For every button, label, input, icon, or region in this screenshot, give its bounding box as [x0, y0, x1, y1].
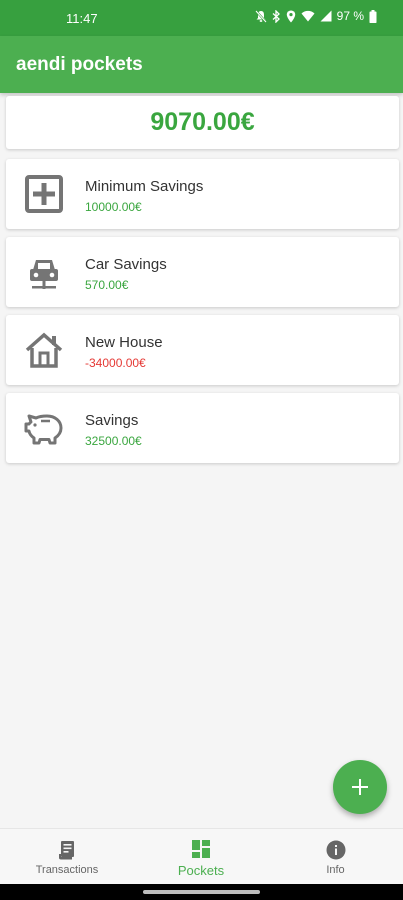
- medical-box-icon: [25, 175, 63, 213]
- wifi-icon: [301, 10, 315, 22]
- pocket-minimum-savings[interactable]: Minimum Savings 10000.00€: [6, 159, 399, 229]
- house-icon: [25, 332, 63, 368]
- add-pocket-button[interactable]: [333, 760, 387, 814]
- nav-pockets[interactable]: Pockets: [134, 829, 268, 885]
- pocket-amount: 10000.00€: [85, 200, 142, 214]
- bluetooth-icon: [272, 9, 280, 23]
- pocket-new-house[interactable]: New House -34000.00€: [6, 315, 399, 385]
- pocket-amount: 570.00€: [85, 278, 129, 292]
- total-balance: 9070.00€: [150, 108, 255, 136]
- battery-icon: [369, 9, 377, 23]
- pocket-savings[interactable]: Savings 32500.00€: [6, 393, 399, 463]
- pocket-name: New House: [85, 334, 163, 351]
- pocket-name: Savings: [85, 412, 139, 429]
- pocket-name: Minimum Savings: [85, 178, 204, 195]
- mute-icon: [254, 9, 267, 23]
- battery-percent: 97 %: [336, 9, 364, 23]
- signal-icon: [320, 10, 332, 22]
- pocket-car-savings[interactable]: Car Savings 570.00€: [6, 237, 399, 307]
- nav-label: Info: [326, 864, 345, 876]
- bottom-navigation: Transactions Pockets Info: [0, 828, 403, 885]
- status-bar: 11:47 97 %: [0, 0, 403, 36]
- nav-transactions[interactable]: Transactions: [0, 829, 134, 885]
- location-icon: [286, 10, 295, 22]
- nav-info[interactable]: Info: [268, 829, 403, 885]
- dashboard-icon: [192, 840, 210, 858]
- status-icons: 97 %: [254, 9, 377, 23]
- receipt-icon: [59, 841, 74, 860]
- total-balance-card: 9070.00€: [6, 96, 399, 149]
- gesture-bar: [0, 884, 403, 900]
- pocket-amount: 32500.00€: [85, 434, 142, 448]
- plus-icon: [352, 779, 368, 795]
- nav-label: Pockets: [177, 863, 225, 878]
- info-icon: [326, 840, 345, 860]
- app-title: aendi pockets: [16, 54, 143, 75]
- car-icon: [30, 260, 58, 289]
- piggy-bank-icon: [24, 414, 63, 445]
- pocket-name: Car Savings: [85, 256, 167, 273]
- pocket-amount: -34000.00€: [85, 356, 146, 370]
- status-time: 11:47: [66, 11, 98, 26]
- app-bar: aendi pockets: [0, 36, 403, 93]
- home-handle[interactable]: [143, 890, 260, 894]
- nav-label: Transactions: [35, 864, 99, 876]
